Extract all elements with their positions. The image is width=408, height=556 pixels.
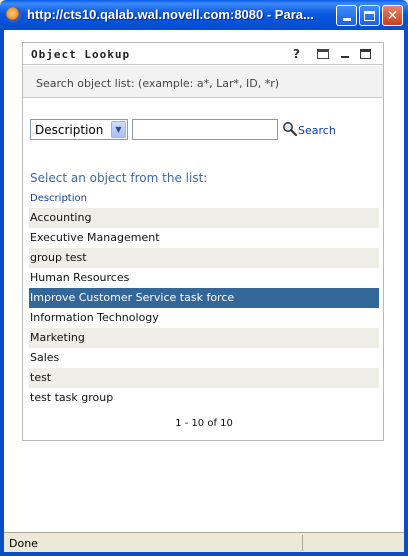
window-maximize-button[interactable] [359,5,380,26]
search-row: Description ▼ Search [30,118,380,140]
chevron-down-icon[interactable]: ▼ [111,121,126,138]
list-item[interactable]: Accounting [29,208,379,228]
search-field-value: Description [35,123,104,137]
close-icon: ✕ [386,7,399,24]
search-field-select[interactable]: Description ▼ [30,119,128,140]
print-icon[interactable] [317,49,329,59]
window-title-bar[interactable]: http://cts10.qalab.wal.novell.com:8080 -… [0,0,408,30]
list-item[interactable]: Executive Management [29,228,379,248]
window-frame-right [404,30,408,556]
window-frame-bottom [0,552,408,556]
list-item[interactable]: test [29,368,379,388]
list-item[interactable]: Sales [29,348,379,368]
instructions-text: Search object list: (example: a*, Lar*, … [36,77,280,90]
status-divider [302,535,303,551]
pagination-status: 1 - 10 of 10 [175,418,233,429]
search-input[interactable] [132,119,278,140]
maximize-icon[interactable] [360,49,371,59]
window-minimize-button[interactable] [336,5,357,26]
list-item[interactable]: test task group [29,388,379,408]
list-item[interactable]: Information Technology [29,308,379,328]
status-text: Done [9,537,38,550]
status-bar: Done [4,532,404,552]
list-item[interactable]: Human Resources [29,268,379,288]
minimize-icon [342,18,351,21]
object-list: Accounting Executive Management group te… [29,208,379,408]
panel-title: Object Lookup [31,48,131,61]
search-button[interactable]: Search [298,124,336,137]
list-caption: Select an object from the list: [30,171,208,185]
object-lookup-panel: Object Lookup ? Search object list: (exa… [22,42,384,441]
page-content: Object Lookup ? Search object list: (exa… [4,30,404,532]
list-item[interactable]: Marketing [29,328,379,348]
panel-header: Object Lookup ? [23,43,383,65]
list-item-selected[interactable]: Improve Customer Service task force [29,288,379,308]
window-title: http://cts10.qalab.wal.novell.com:8080 -… [27,7,314,22]
magnifier-icon[interactable] [282,121,298,137]
help-icon[interactable]: ? [293,47,300,61]
search-instructions: Search object list: (example: a*, Lar*, … [23,66,383,98]
list-item[interactable]: group test [29,248,379,268]
maximize-icon [364,10,375,21]
firefox-icon [6,7,22,23]
minimize-icon[interactable] [341,56,349,58]
column-header-description[interactable]: Description [30,193,87,204]
window-close-button[interactable]: ✕ [382,5,403,26]
